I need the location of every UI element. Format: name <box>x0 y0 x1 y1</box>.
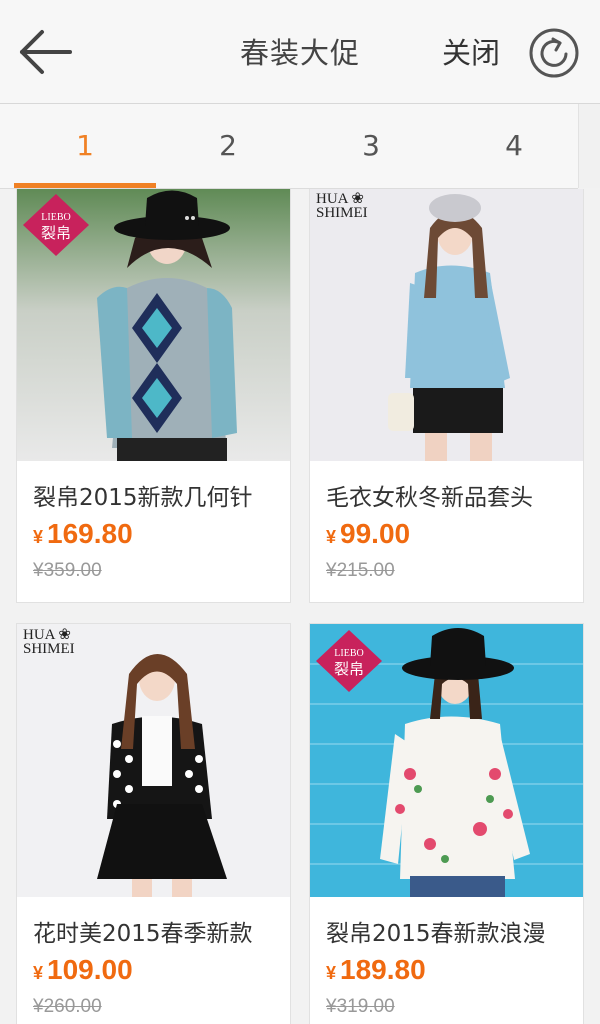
original-price: ¥359.00 <box>33 560 102 581</box>
product-image: LIEBO 裂帛 <box>310 624 583 897</box>
brand-logo-liebo: LIEBO 裂帛 <box>23 194 89 256</box>
close-button[interactable]: 关闭 <box>442 30 500 72</box>
product-card[interactable]: HUA ❀ SHIMEI 花时美2015春季新款 ¥109.00 ¥260.00 <box>16 623 291 1024</box>
tab-scroll-edge <box>578 104 600 188</box>
product-name: 裂帛2015春新款浪漫 <box>326 921 546 947</box>
refresh-icon <box>529 28 579 78</box>
product-name: 毛衣女秋冬新品套头 <box>326 485 533 511</box>
price-value: 109.00 <box>47 954 133 985</box>
product-grid: LIEBO 裂帛 裂帛2015新款几何针 ¥169.80 ¥359.00 HUA… <box>0 189 600 1024</box>
page-title: 春装大促 <box>239 36 360 70</box>
original-price: ¥215.00 <box>326 560 395 581</box>
svg-text:裂帛: 裂帛 <box>334 660 364 678</box>
svg-text:裂帛: 裂帛 <box>41 224 71 242</box>
svg-text:LIEBO: LIEBO <box>41 212 70 223</box>
product-image: LIEBO 裂帛 <box>17 189 290 461</box>
header-bar: 春装大促 关闭 <box>0 0 600 104</box>
product-price: ¥189.80 <box>326 954 426 986</box>
refresh-button[interactable] <box>527 26 581 80</box>
tab-1[interactable]: 1 <box>14 104 156 188</box>
product-card[interactable]: HUA ❀ SHIMEI 毛衣女秋冬新品套头 ¥99.00 ¥215.00 <box>309 189 584 603</box>
price-value: 169.80 <box>47 518 133 549</box>
tab-2[interactable]: 2 <box>157 104 299 188</box>
product-card[interactable]: LIEBO 裂帛 裂帛2015春新款浪漫 ¥189.80 ¥319.00 <box>309 623 584 1024</box>
brand-logo-huashimei: HUA ❀ SHIMEI <box>316 191 368 221</box>
brand-logo-huashimei: HUA ❀ SHIMEI <box>23 627 75 657</box>
product-price: ¥169.80 <box>33 518 133 550</box>
original-price: ¥260.00 <box>33 996 102 1017</box>
currency-symbol: ¥ <box>33 963 44 983</box>
svg-text:LIEBO: LIEBO <box>334 648 363 659</box>
product-price: ¥109.00 <box>33 954 133 986</box>
brand-logo-liebo: LIEBO 裂帛 <box>316 630 382 692</box>
product-image: HUA ❀ SHIMEI <box>17 624 290 897</box>
tab-4[interactable]: 4 <box>443 104 585 188</box>
product-name: 裂帛2015新款几何针 <box>33 485 253 511</box>
product-card[interactable]: LIEBO 裂帛 裂帛2015新款几何针 ¥169.80 ¥359.00 <box>16 189 291 603</box>
tab-3[interactable]: 3 <box>300 104 442 188</box>
product-name: 花时美2015春季新款 <box>33 921 253 947</box>
currency-symbol: ¥ <box>33 527 44 547</box>
active-tab-indicator <box>14 183 156 188</box>
price-value: 99.00 <box>340 518 411 549</box>
tab-bar: 1 2 3 4 <box>0 104 578 189</box>
original-price: ¥319.00 <box>326 996 395 1017</box>
price-value: 189.80 <box>340 954 426 985</box>
currency-symbol: ¥ <box>326 527 337 547</box>
product-image: HUA ❀ SHIMEI <box>310 189 583 461</box>
currency-symbol: ¥ <box>326 963 337 983</box>
product-price: ¥99.00 <box>326 518 410 550</box>
